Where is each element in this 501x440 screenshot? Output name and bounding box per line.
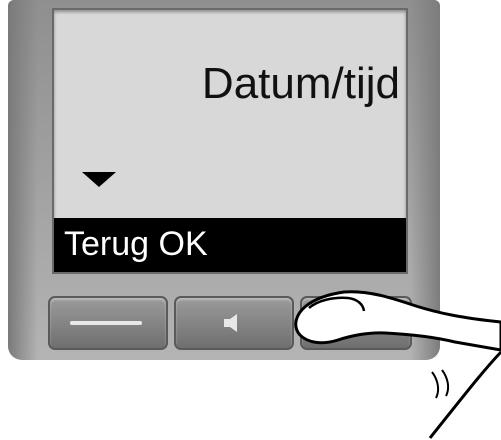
finger-icon xyxy=(294,290,501,439)
